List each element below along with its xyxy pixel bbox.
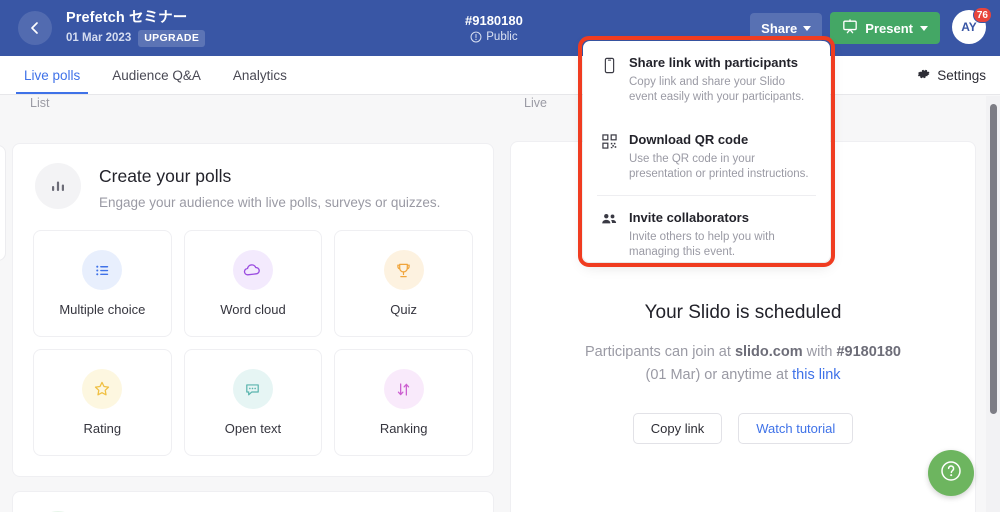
left-panel: Create your polls Engage your audience w… <box>12 143 494 512</box>
event-code: #9180180 <box>465 13 523 29</box>
share-button-label: Share <box>761 21 797 36</box>
trophy-icon <box>384 250 424 290</box>
sort-arrows-icon <box>384 369 424 409</box>
column-header-list: List <box>30 96 49 110</box>
settings-button[interactable]: Settings <box>917 56 986 95</box>
poll-type-ranking[interactable]: Ranking <box>334 349 473 456</box>
poll-type-label: Quiz <box>390 302 417 317</box>
join-site: slido.com <box>735 344 803 360</box>
this-link[interactable]: this link <box>792 367 840 383</box>
tab-analytics[interactable]: Analytics <box>217 56 303 94</box>
offscreen-card-peek <box>0 145 6 261</box>
templates-card[interactable]: Add poll from templates Get inspired by … <box>12 491 494 512</box>
annotation-highlight-box <box>578 36 835 267</box>
chevron-down-icon <box>920 26 928 31</box>
tab-live-polls[interactable]: Live polls <box>8 56 96 94</box>
event-code-block: #9180180 Public <box>465 0 523 56</box>
templates-header: Add poll from templates Get inspired by … <box>13 492 493 512</box>
event-meta: Prefetch セミナー 01 Mar 2023 UPGRADE <box>66 10 205 47</box>
notification-badge: 76 <box>973 7 992 23</box>
poll-type-grid: Multiple choice Word cloud <box>13 212 493 476</box>
scheduled-actions: Copy link Watch tutorial <box>511 413 975 444</box>
primary-tabs: Live polls Audience Q&A Analytics Settin… <box>0 56 1000 95</box>
create-polls-header: Create your polls Engage your audience w… <box>13 144 493 212</box>
watch-tutorial-button[interactable]: Watch tutorial <box>738 413 853 444</box>
event-visibility: Public <box>470 31 517 43</box>
visibility-label: Public <box>486 31 517 43</box>
poll-type-rating[interactable]: Rating <box>33 349 172 456</box>
event-title: Prefetch セミナー <box>66 10 205 27</box>
poll-type-word-cloud[interactable]: Word cloud <box>184 230 323 337</box>
scheduled-title: Your Slido is scheduled <box>511 302 975 324</box>
back-button[interactable] <box>18 11 52 45</box>
top-bar: Prefetch セミナー 01 Mar 2023 UPGRADE #91801… <box>0 0 1000 56</box>
event-date: 01 Mar 2023 <box>66 32 131 44</box>
poll-type-label: Open text <box>225 421 281 436</box>
scheduled-join-info: Participants can join at slido.com with … <box>511 341 975 387</box>
join-text-prefix: Participants can join at <box>585 344 735 360</box>
question-mark-circle-icon <box>939 459 963 488</box>
poll-type-label: Multiple choice <box>59 302 145 317</box>
help-button[interactable] <box>928 450 974 496</box>
present-button[interactable]: Present <box>830 12 940 44</box>
poll-type-quiz[interactable]: Quiz <box>334 230 473 337</box>
cloud-icon <box>233 250 273 290</box>
join-text-mid: with <box>803 344 837 360</box>
chevron-left-icon <box>27 20 43 36</box>
create-polls-subtitle: Engage your audience with live polls, su… <box>99 194 440 212</box>
join-code: #9180180 <box>836 344 901 360</box>
tab-audience-qa[interactable]: Audience Q&A <box>96 56 217 94</box>
settings-label: Settings <box>937 68 986 83</box>
upgrade-badge[interactable]: UPGRADE <box>138 30 205 47</box>
list-bullets-icon <box>82 250 122 290</box>
page-scrollbar-track[interactable] <box>986 96 1000 512</box>
bar-chart-icon <box>35 163 81 209</box>
join-text-date: (01 Mar) or anytime at <box>645 367 792 383</box>
present-button-label: Present <box>865 21 913 36</box>
gear-icon <box>917 67 931 84</box>
presentation-screen-icon <box>842 19 858 37</box>
chat-bubble-icon <box>233 369 273 409</box>
create-polls-title: Create your polls <box>99 165 440 187</box>
event-subline: 01 Mar 2023 UPGRADE <box>66 30 205 47</box>
poll-type-label: Word cloud <box>220 302 286 317</box>
chevron-down-icon <box>803 26 811 31</box>
info-circle-icon <box>470 31 482 43</box>
page-scrollbar-thumb[interactable] <box>990 104 997 414</box>
avatar[interactable]: AY 76 <box>952 10 988 46</box>
star-icon <box>82 369 122 409</box>
create-polls-card: Create your polls Engage your audience w… <box>12 143 494 477</box>
column-header-live: Live <box>524 96 547 110</box>
slido-event-admin-page: Prefetch セミナー 01 Mar 2023 UPGRADE #91801… <box>0 0 1000 512</box>
poll-type-open-text[interactable]: Open text <box>184 349 323 456</box>
poll-type-multiple-choice[interactable]: Multiple choice <box>33 230 172 337</box>
poll-type-label: Rating <box>84 421 122 436</box>
poll-type-label: Ranking <box>380 421 428 436</box>
copy-link-button[interactable]: Copy link <box>633 413 722 444</box>
